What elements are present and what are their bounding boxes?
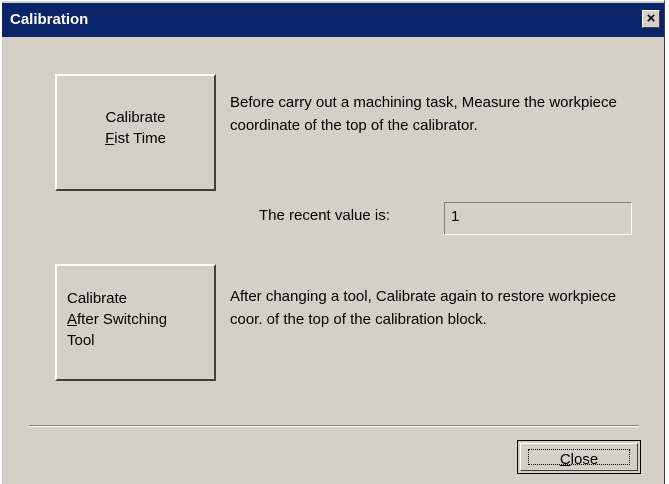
- button-label-line2: Fist Time: [105, 130, 166, 147]
- separator-highlight: [29, 426, 639, 427]
- recent-value-label: The recent value is:: [259, 207, 390, 224]
- calibrate-after-switching-tool-button[interactable]: Calibrate After Switching Tool: [55, 264, 216, 381]
- calibration-dialog: Calibration × Calibrate Fist Time Before…: [1, 0, 665, 484]
- button-label-line1: Calibrate: [67, 290, 128, 307]
- button-label-line3: Tool: [67, 332, 95, 349]
- close-icon[interactable]: ×: [642, 10, 660, 28]
- calibrate-first-description: Before carry out a machining task, Measu…: [230, 94, 617, 134]
- recent-value-field: 1: [444, 202, 632, 235]
- close-button-bevel: Close: [520, 443, 638, 471]
- calibrate-first-time-button[interactable]: Calibrate Fist Time: [55, 74, 216, 191]
- dialog-title: Calibration: [10, 11, 89, 28]
- button-label-line2: After Switching: [67, 311, 168, 328]
- close-button-label: Close: [528, 449, 630, 468]
- title-bar[interactable]: Calibration ×: [2, 3, 664, 37]
- calibrate-after-description: After changing a tool, Calibrate again t…: [230, 288, 617, 328]
- close-button[interactable]: Close: [517, 440, 641, 474]
- button-label-line1: Calibrate: [105, 109, 166, 126]
